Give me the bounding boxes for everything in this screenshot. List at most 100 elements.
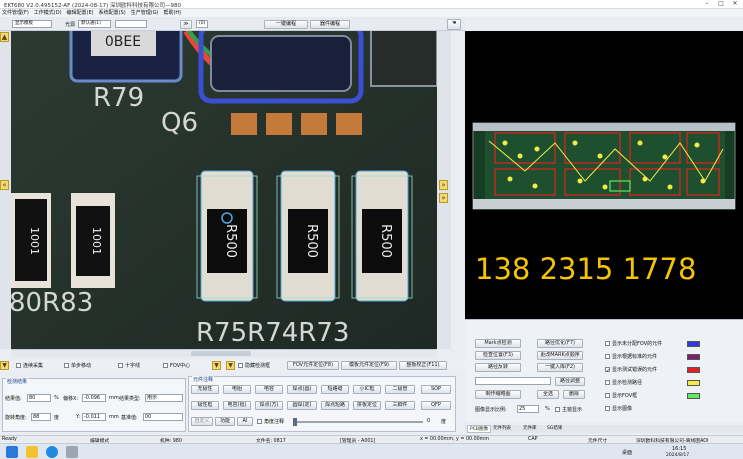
menu-help[interactable]: 帮助(H) xyxy=(163,9,181,17)
comp-btn-short[interactable]: 短路缝 xyxy=(321,385,349,394)
menu-work-mode[interactable]: 工作模式(D) xyxy=(34,9,62,17)
scroll-thumb[interactable] xyxy=(191,351,251,356)
light-select[interactable]: 默认通(1) xyxy=(78,20,111,28)
move-right-arrow-icon[interactable]: » xyxy=(439,180,448,190)
comp-btn-pad-square[interactable]: 焊点(方) xyxy=(255,401,283,410)
comp-btn-nonpolar[interactable]: 无极性 xyxy=(191,385,219,394)
comp-btn-tantalum[interactable]: 电容(钽) xyxy=(223,401,251,410)
move-up-left-arrow-icon[interactable]: ▲ xyxy=(0,32,9,42)
pos-box[interactable]: (0) xyxy=(196,20,208,28)
camera-hscroll[interactable] xyxy=(11,349,437,357)
result-type-field[interactable]: 用示 xyxy=(145,394,183,402)
comp-btn-three-pin[interactable]: 三脚件 xyxy=(385,401,415,410)
comp-btn-qfp[interactable]: QFP xyxy=(421,401,451,410)
file-explorer-icon[interactable] xyxy=(26,446,38,458)
pcb-overview[interactable]: 138 2315 1778 xyxy=(465,31,743,319)
aoi-app-icon[interactable] xyxy=(66,446,78,458)
angle-slider-track[interactable] xyxy=(293,421,423,423)
angle-slider-thumb[interactable] xyxy=(293,418,297,426)
main-window-checkbox[interactable]: 主窗显示 xyxy=(555,406,582,413)
legend-purple-swatch[interactable] xyxy=(687,354,700,360)
menu-system-config[interactable]: 系统配置(S) xyxy=(99,9,126,17)
comp-btn-capacitor[interactable]: 电容 xyxy=(255,385,283,394)
windows-start-icon[interactable] xyxy=(6,446,18,458)
move-down-arrow-2-icon[interactable]: ▼ xyxy=(226,361,235,370)
fast-forward-button[interactable]: ≫ xyxy=(180,20,192,29)
desktop-label[interactable]: 桌面 xyxy=(622,449,632,456)
legend-green-swatch[interactable] xyxy=(687,393,700,399)
rotate-angle-field[interactable]: 88 xyxy=(31,413,51,421)
device-program-button[interactable]: 器件编程 xyxy=(310,20,350,29)
single-step-checkbox[interactable]: 单步移动 xyxy=(64,362,91,369)
board-correct-button[interactable]: 整板校正(F11) xyxy=(399,361,447,370)
resistor-3[interactable]: R500 xyxy=(355,170,409,302)
one-key-store-button[interactable]: 一键入库(F2) xyxy=(537,363,583,372)
legend-blue-swatch[interactable] xyxy=(687,341,700,347)
comp-btn-ai[interactable]: AI xyxy=(237,417,253,426)
menu-production[interactable]: 生产管理(G) xyxy=(131,9,159,17)
delete-button[interactable]: 删除 xyxy=(563,390,585,399)
light-sub-select[interactable] xyxy=(115,20,147,28)
comp-btn-pad-round[interactable]: 焊点(圆) xyxy=(287,385,317,394)
comp-btn-polar[interactable]: 极性框 xyxy=(191,401,219,410)
move-down-arrow-icon[interactable]: ▼ xyxy=(212,361,221,370)
hide-detect-box-checkbox[interactable]: 隐藏检测框 xyxy=(238,362,270,369)
show-fov-checkbox[interactable]: 显示FOV框 xyxy=(605,392,637,399)
comp-btn-small-ic[interactable]: 小IC框 xyxy=(353,385,381,394)
close-button[interactable]: ✕ xyxy=(728,0,742,8)
tab-component-library[interactable]: 元件库 xyxy=(521,425,539,433)
fov-center-checkbox[interactable]: FOV中心 xyxy=(163,362,190,369)
comp-btn-custom[interactable]: 自定义 xyxy=(191,417,213,426)
template-locate-button[interactable]: 模板元件定位(F9) xyxy=(341,361,397,370)
crosshair-checkbox[interactable]: 十字线 xyxy=(118,362,140,369)
hand-tool-icon[interactable]: ☚ xyxy=(447,19,461,30)
comp-btn-pad-short[interactable]: 焊点短路 xyxy=(321,401,349,410)
legend-yellow-swatch[interactable] xyxy=(687,380,700,386)
comp-btn-function[interactable]: 功能 xyxy=(215,417,235,426)
check-position-button[interactable]: 检查位置(F3) xyxy=(475,351,521,360)
base-value-field[interactable]: 00 xyxy=(143,413,183,421)
path-adjust-input[interactable] xyxy=(475,377,551,385)
tab-sg-result[interactable]: SG结果 xyxy=(545,425,564,433)
one-key-program-button[interactable]: 一键编程 xyxy=(264,20,308,29)
zoom-input[interactable]: 25 xyxy=(517,405,539,413)
show-image-checkbox[interactable]: 显示图像 xyxy=(605,405,632,412)
menu-edit-config[interactable]: 编辑配置(E) xyxy=(67,9,94,17)
move-down-left-arrow-icon[interactable]: ▼ xyxy=(0,361,9,370)
minimize-button[interactable]: – xyxy=(700,0,714,8)
offset-x-field[interactable]: -0.096 xyxy=(82,394,106,402)
comp-btn-panel-locate[interactable]: 拼板定位 xyxy=(353,401,381,410)
resistor-2[interactable]: R500 xyxy=(280,170,336,302)
camera-view[interactable]: 0BEE R79 Q6 1001 1001 R500 R500 R500 80R… xyxy=(11,31,437,349)
comp-btn-round-fixed[interactable]: 圆焊(定) xyxy=(287,401,317,410)
maximize-button[interactable]: □ xyxy=(714,0,728,8)
show-unassigned-checkbox[interactable]: 显示未分配FOV的元件 xyxy=(605,340,662,347)
change-mark-order-button[interactable]: 更改MARK点顺序 xyxy=(537,351,583,360)
show-path-checkbox[interactable]: 显示检测路径 xyxy=(605,379,642,386)
show-error-checkbox[interactable]: ✓ 显示测试错误的元件 xyxy=(605,366,657,374)
mode-select[interactable]: 显示模板 xyxy=(12,20,52,28)
comp-btn-diode[interactable]: 二极管 xyxy=(385,385,415,394)
offset-y-field[interactable]: -0.011 xyxy=(82,413,106,421)
continuous-capture-checkbox[interactable]: 连续采集 xyxy=(16,362,43,369)
angle-annotation-checkbox[interactable]: 角度注释 xyxy=(257,418,284,425)
path-reverse-button[interactable]: 路径反转 xyxy=(475,363,521,372)
make-thumbnail-button[interactable]: 制作缩略图 xyxy=(475,390,521,399)
resistor-1[interactable]: R500 xyxy=(200,170,254,302)
comp-btn-sop[interactable]: SOP xyxy=(421,385,451,394)
select-all-button[interactable]: 全选 xyxy=(537,390,559,399)
tab-component-list[interactable]: 元件列表 xyxy=(491,425,513,433)
show-standard-checkbox[interactable]: 显示根据标准的元件 xyxy=(605,353,657,360)
path-optimize-button[interactable]: 路径优化(F7) xyxy=(537,339,583,348)
comp-btn-resistor[interactable]: 电阻 xyxy=(223,385,251,394)
edge-browser-icon[interactable] xyxy=(46,446,58,458)
tab-pcb-image[interactable]: PCB图像 xyxy=(467,425,491,433)
fov-locate-button[interactable]: FOV元件定位(F8) xyxy=(287,361,339,370)
path-adjust-button[interactable]: 路径调整 xyxy=(555,377,585,386)
menu-file[interactable]: 文件管理(F) xyxy=(2,9,29,17)
move-left-arrow-icon[interactable]: « xyxy=(0,180,9,190)
result-value-field[interactable]: 80 xyxy=(27,394,51,402)
move-right-arrow-2-icon[interactable]: » xyxy=(439,193,448,203)
mark-detect-button[interactable]: Mark点检测 xyxy=(475,339,521,348)
legend-red-swatch[interactable] xyxy=(687,367,700,373)
